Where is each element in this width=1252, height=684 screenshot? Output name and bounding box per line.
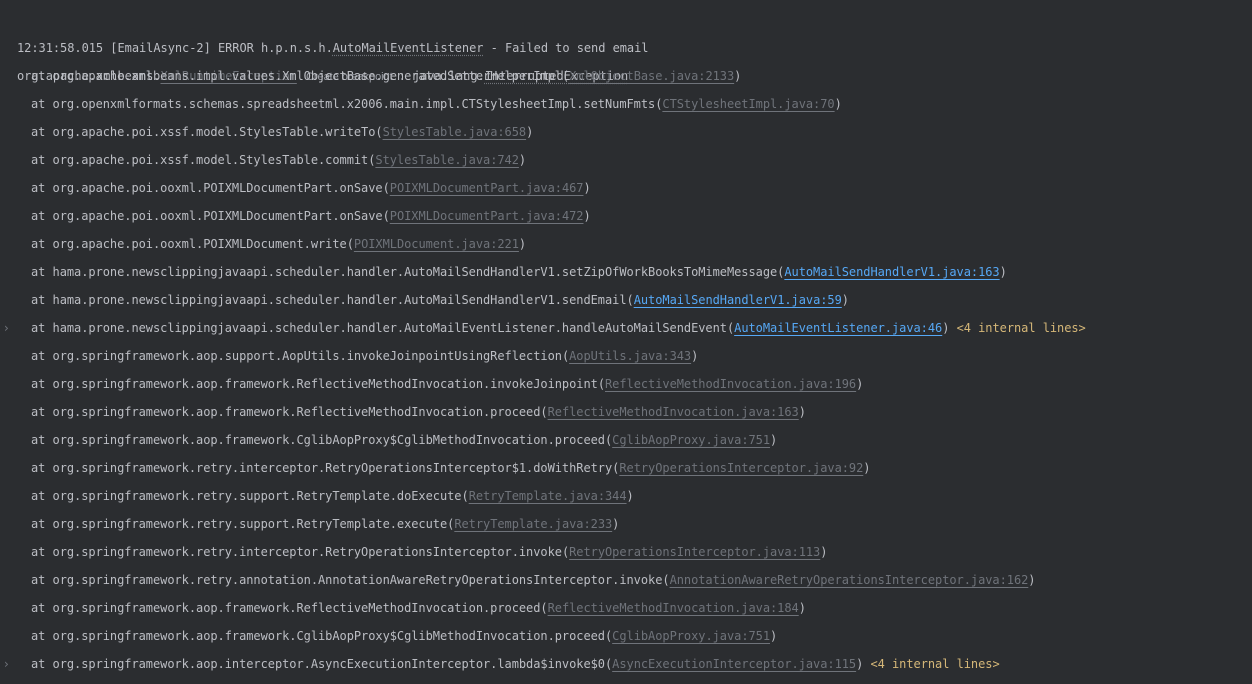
frame-source-link[interactable]: RetryOperationsInterceptor.java:92: [619, 461, 863, 475]
frame-source-link[interactable]: XmlObjectBase.java:2133: [569, 69, 734, 83]
frame-source-link[interactable]: POIXMLDocumentPart.java:472: [390, 209, 584, 223]
frame-method: hama.prone.newsclippingjavaapi.scheduler…: [52, 321, 727, 335]
frame-source-link[interactable]: AopUtils.java:343: [569, 349, 691, 363]
frame-at-keyword: at: [31, 517, 53, 531]
frame-at-keyword: at: [31, 489, 53, 503]
frame-method: org.springframework.aop.framework.Reflec…: [52, 405, 541, 419]
frame-source-link[interactable]: CglibAopProxy.java:751: [612, 433, 770, 447]
log-level: ERROR: [217, 41, 254, 55]
frame-method: org.springframework.aop.framework.CglibA…: [52, 629, 606, 643]
frame-at-keyword: at: [31, 405, 53, 419]
frame-at-keyword: at: [31, 293, 53, 307]
log-message: - Failed to send email: [490, 41, 649, 55]
frame-source-link[interactable]: ReflectiveMethodInvocation.java:196: [605, 377, 856, 391]
frame-source-link[interactable]: POIXMLDocumentPart.java:467: [390, 181, 584, 195]
folded-internal-lines[interactable]: <4 internal lines>: [957, 321, 1086, 335]
frame-source-link[interactable]: RetryOperationsInterceptor.java:113: [569, 545, 820, 559]
frame-source-link[interactable]: ReflectiveMethodInvocation.java:163: [548, 405, 799, 419]
frame-at-keyword: at: [31, 125, 53, 139]
frame-method: org.springframework.retry.interceptor.Re…: [52, 461, 613, 475]
frame-method: org.apache.poi.ooxml.POIXMLDocument.writ…: [52, 237, 347, 251]
frame-source-link[interactable]: StylesTable.java:742: [375, 153, 519, 167]
console-output: 12:31:58.015 [EmailAsync-2] ERROR h.p.n.…: [0, 0, 1252, 684]
frame-at-keyword: at: [31, 265, 53, 279]
frame-method: org.springframework.retry.annotation.Ann…: [52, 573, 663, 587]
frame-method: org.springframework.aop.framework.Reflec…: [52, 377, 598, 391]
folded-internal-lines[interactable]: <4 internal lines>: [870, 657, 999, 671]
frame-at-keyword: at: [31, 433, 53, 447]
frame-at-keyword: at: [31, 545, 53, 559]
logger-class: AutoMailEventListener: [332, 41, 484, 55]
frame-at-keyword: at: [31, 69, 53, 83]
frame-source-link[interactable]: AutoMailSendHandlerV1.java:59: [634, 293, 842, 307]
frame-method: org.apache.poi.ooxml.POIXMLDocumentPart.…: [52, 209, 383, 223]
log-timestamp: 12:31:58.015: [17, 41, 104, 55]
frame-at-keyword: at: [31, 657, 53, 671]
frame-at-keyword: at: [31, 349, 53, 363]
frame-method: org.springframework.retry.support.RetryT…: [52, 517, 448, 531]
frame-at-keyword: at: [31, 181, 53, 195]
frame-source-link[interactable]: AutoMailEventListener.java:46: [734, 321, 942, 335]
frame-source-link[interactable]: RetryTemplate.java:233: [454, 517, 612, 531]
frame-source-link[interactable]: AsyncExecutionInterceptor.java:115: [612, 657, 856, 671]
log-header-line: 12:31:58.015 [EmailAsync-2] ERROR h.p.n.…: [0, 6, 649, 55]
frame-method: org.apache.poi.xssf.model.StylesTable.co…: [52, 153, 369, 167]
frame-at-keyword: at: [31, 97, 53, 111]
frame-at-keyword: at: [31, 153, 53, 167]
frame-method: org.apache.xmlbeans.impl.values.XmlObjec…: [52, 69, 562, 83]
frame-at-keyword: at: [31, 237, 53, 251]
frame-at-keyword: at: [31, 461, 53, 475]
frame-method: org.springframework.aop.framework.Reflec…: [52, 601, 541, 615]
frame-method: org.apache.poi.xssf.model.StylesTable.wr…: [52, 125, 376, 139]
frame-at-keyword: at: [31, 321, 53, 335]
frame-at-keyword: at: [31, 377, 53, 391]
frame-source-link[interactable]: AutoMailSendHandlerV1.java:163: [784, 265, 999, 279]
logger-prefix: h.p.n.s.h.: [261, 41, 333, 55]
frame-source-link[interactable]: AnnotationAwareRetryOperationsIntercepto…: [670, 573, 1029, 587]
frame-method: org.springframework.aop.framework.CglibA…: [52, 433, 606, 447]
frame-source-link[interactable]: RetryTemplate.java:344: [469, 489, 627, 503]
frame-source-link[interactable]: CglibAopProxy.java:751: [612, 629, 770, 643]
frame-at-keyword: at: [31, 209, 53, 223]
expand-chevron-icon[interactable]: ›: [4, 650, 14, 678]
log-thread: [EmailAsync-2]: [110, 41, 211, 55]
frame-method: org.openxmlformats.schemas.spreadsheetml…: [52, 97, 656, 111]
frame-method: org.apache.poi.ooxml.POIXMLDocumentPart.…: [52, 181, 383, 195]
frame-method: hama.prone.newsclippingjavaapi.scheduler…: [52, 293, 627, 307]
frame-source-link[interactable]: CTStylesheetImpl.java:70: [662, 97, 834, 111]
exception-line: org.apache.xmlbeans.XmlRuntimeException …: [0, 34, 628, 83]
frame-method: org.springframework.retry.interceptor.Re…: [52, 545, 562, 559]
frame-at-keyword: at: [31, 629, 53, 643]
expand-chevron-icon[interactable]: ›: [4, 314, 14, 342]
frame-source-link[interactable]: StylesTable.java:658: [383, 125, 527, 139]
frame-source-link[interactable]: POIXMLDocument.java:221: [354, 237, 519, 251]
frame-method: org.springframework.aop.support.AopUtils…: [52, 349, 562, 363]
frame-at-keyword: at: [31, 573, 53, 587]
frame-method: org.springframework.aop.interceptor.Asyn…: [52, 657, 606, 671]
frame-at-keyword: at: [31, 601, 53, 615]
frame-source-link[interactable]: ReflectiveMethodInvocation.java:184: [548, 601, 799, 615]
frame-method: hama.prone.newsclippingjavaapi.scheduler…: [52, 265, 778, 279]
frame-method: org.springframework.retry.support.RetryT…: [52, 489, 462, 503]
